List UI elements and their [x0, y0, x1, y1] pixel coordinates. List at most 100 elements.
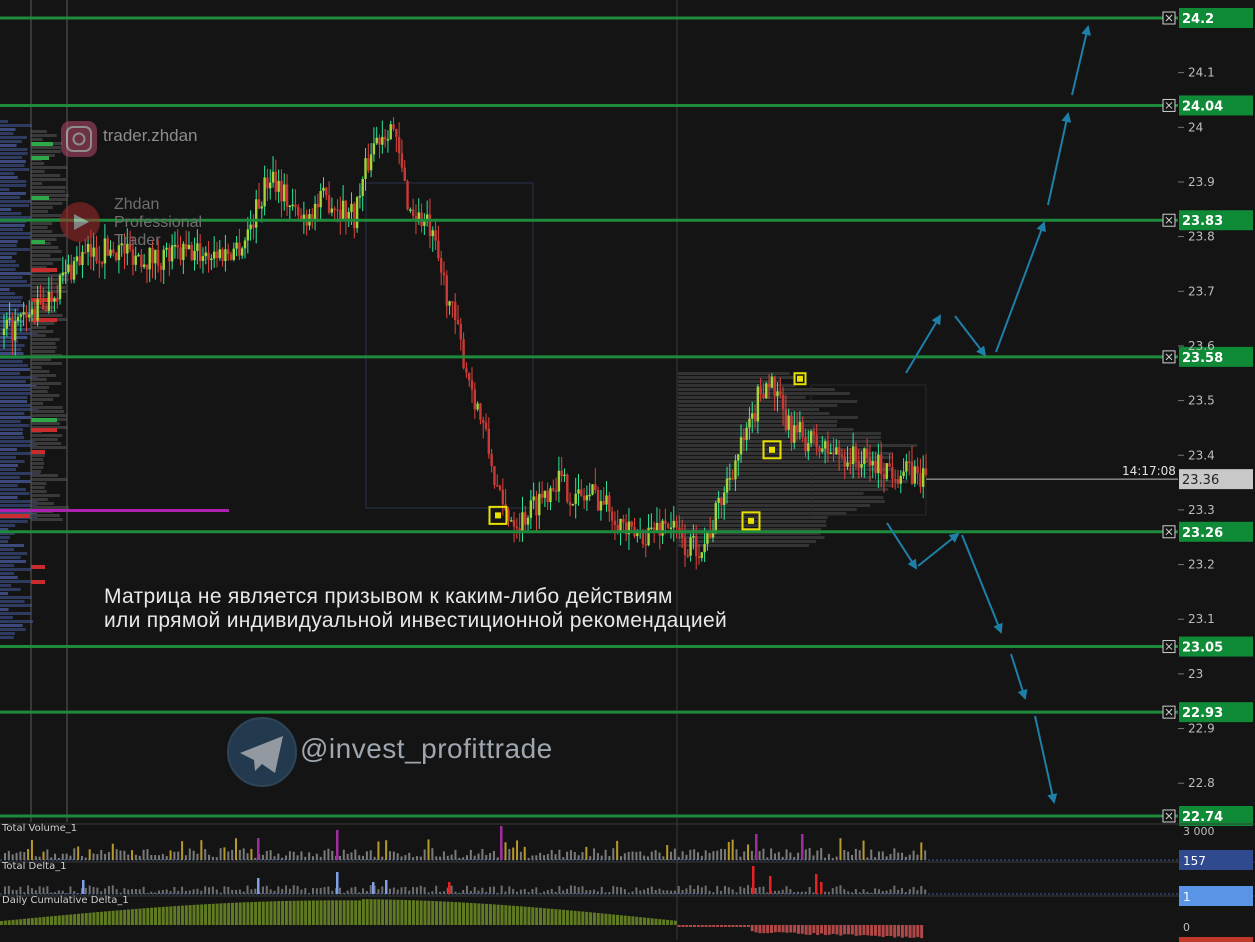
candle-body — [212, 251, 216, 259]
axis-tick-label: 22.9 — [1188, 722, 1215, 736]
delta-bar — [716, 885, 719, 894]
candle-body — [588, 494, 591, 497]
delta-bar — [215, 889, 218, 894]
candle-body — [25, 312, 28, 318]
delta-bar — [154, 892, 157, 894]
delta-bar-positive — [385, 880, 388, 894]
profile-bar — [31, 222, 53, 225]
candle-body — [756, 386, 760, 422]
cum-delta-bar — [334, 900, 338, 925]
cum-delta-bar — [866, 925, 870, 936]
delta-bar — [496, 892, 499, 894]
volume-bar — [785, 849, 788, 860]
axis-tick-label: 23.8 — [1188, 230, 1215, 244]
cum-delta-bar — [365, 899, 369, 925]
delta-bar — [835, 886, 838, 894]
volume-bar — [866, 857, 869, 860]
cum-delta-bar — [323, 900, 327, 925]
delta-bar — [442, 891, 445, 894]
volume-bar — [904, 856, 907, 860]
candle-body — [871, 461, 874, 466]
volume-bar — [481, 849, 484, 860]
profile-bar — [0, 428, 24, 431]
cum-delta-bar — [573, 910, 577, 925]
cum-delta-bar — [350, 900, 354, 925]
candle-body — [655, 522, 659, 531]
delta-bar — [546, 890, 549, 894]
candle-body — [434, 230, 437, 241]
profile-bar — [678, 492, 864, 495]
delta-bar — [831, 888, 834, 894]
delta-bar — [747, 885, 750, 894]
candle-body — [751, 413, 754, 419]
candle-body — [574, 493, 577, 504]
candle-body — [731, 478, 734, 480]
profile-bar — [0, 352, 24, 355]
delta-bar — [800, 891, 803, 894]
candle-body — [602, 501, 605, 505]
poc-line — [0, 509, 229, 512]
profile-bar — [31, 370, 50, 373]
close-box-icon[interactable] — [1162, 705, 1176, 719]
cum-delta-bar — [562, 909, 566, 925]
delta-bar — [111, 885, 114, 894]
cum-delta-bar — [550, 908, 554, 925]
cum-delta-bar — [854, 925, 858, 936]
cum-delta-bar — [654, 918, 658, 925]
delta-bar — [673, 890, 676, 894]
cum-delta-bar — [442, 901, 446, 925]
volume-bar — [308, 852, 311, 860]
close-box-icon[interactable] — [1162, 640, 1176, 654]
close-box-icon[interactable] — [1162, 525, 1176, 539]
candle-body — [395, 129, 398, 137]
candle-body — [865, 448, 869, 458]
close-box-icon[interactable] — [1162, 98, 1176, 112]
delta-bar — [508, 886, 511, 894]
cum-delta-bar — [200, 904, 204, 925]
delta-bar — [627, 892, 630, 894]
profile-bar — [31, 518, 63, 521]
delta-bar — [585, 890, 588, 894]
volume-bar — [924, 850, 927, 860]
delta-bar — [562, 890, 565, 894]
delta-bar — [412, 886, 415, 894]
cum-delta-bar — [50, 916, 54, 925]
axis-tick-label: 23.9 — [1188, 175, 1215, 189]
cum-delta-bar — [662, 919, 666, 925]
cum-delta-bar — [327, 900, 331, 925]
profile-bar — [0, 160, 26, 163]
delta-bar — [404, 886, 407, 894]
axis-tick-label: 24 — [1188, 120, 1203, 134]
candle-body — [723, 492, 726, 505]
close-box-icon[interactable] — [1162, 213, 1176, 227]
candle-body — [610, 511, 614, 521]
volume-bar — [774, 853, 776, 860]
profile-highlight — [31, 565, 45, 569]
delta-bar — [604, 892, 607, 894]
cum-delta-bar — [103, 911, 107, 925]
close-box-icon[interactable] — [1162, 350, 1176, 364]
candle-body — [907, 461, 911, 463]
profile-bar — [678, 400, 858, 403]
cum-delta-bar — [284, 900, 288, 925]
delta-bar — [300, 889, 303, 894]
volume-bar — [300, 851, 303, 860]
profile-bar — [0, 256, 12, 259]
cum-delta-bar — [735, 925, 739, 927]
zhdan-line2: Professional — [114, 214, 203, 231]
telegram-icon — [227, 717, 297, 787]
delta-bar — [866, 891, 869, 894]
volume-bar — [496, 857, 499, 860]
cum-delta-bar — [766, 925, 770, 934]
volume-bar — [820, 848, 823, 860]
profile-bar — [31, 230, 53, 233]
close-box-icon[interactable] — [1162, 11, 1176, 25]
delta-bar — [727, 887, 730, 894]
volume-bar — [273, 856, 276, 860]
profile-bar — [0, 168, 30, 171]
profile-bar — [31, 434, 63, 437]
profile-bar — [678, 452, 893, 455]
delta-bar — [235, 889, 237, 894]
close-box-icon[interactable] — [1162, 809, 1176, 823]
cum-delta-bar — [800, 925, 804, 934]
